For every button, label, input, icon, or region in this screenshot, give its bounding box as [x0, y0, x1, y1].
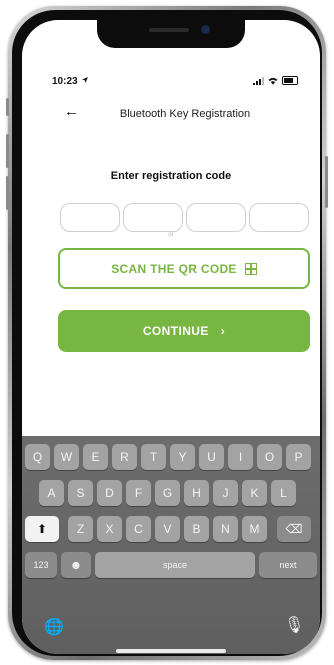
- location-arrow-icon: [82, 77, 89, 83]
- key-q[interactable]: Q: [25, 444, 50, 470]
- volume-up-button: [6, 134, 9, 168]
- continue-label: CONTINUE: [142, 324, 209, 338]
- phone-bezel: 10:23 ← Bluetooth Key Registration Enter…: [12, 10, 322, 656]
- home-indicator: [116, 649, 226, 653]
- numbers-key[interactable]: 123: [25, 552, 57, 578]
- or-divider-label: or: [168, 232, 174, 238]
- key-n[interactable]: N: [213, 516, 238, 542]
- key-g[interactable]: G: [155, 480, 180, 506]
- shift-key[interactable]: ⬆: [25, 516, 59, 542]
- code-input-1[interactable]: [60, 203, 120, 232]
- status-icons: [253, 76, 298, 85]
- microphone-icon[interactable]: 🎙: [284, 618, 304, 634]
- registration-heading: Enter registration code: [110, 170, 232, 182]
- volume-down-button: [6, 176, 9, 210]
- key-h[interactable]: H: [184, 480, 209, 506]
- chevron-right-icon: ›: [220, 324, 226, 338]
- next-key[interactable]: next: [259, 552, 317, 578]
- key-b[interactable]: B: [184, 516, 209, 542]
- continue-button[interactable]: CONTINUE ›: [58, 310, 310, 352]
- key-o[interactable]: O: [257, 444, 282, 470]
- key-t[interactable]: T: [141, 444, 166, 470]
- key-p[interactable]: P: [286, 444, 311, 470]
- key-e[interactable]: E: [83, 444, 108, 470]
- key-k[interactable]: K: [242, 480, 267, 506]
- speaker: [149, 28, 189, 32]
- cellular-signal-icon: [253, 76, 264, 85]
- key-a[interactable]: A: [39, 480, 64, 506]
- scan-qr-label: SCAN THE QR CODE: [111, 261, 237, 276]
- phone-frame: 10:23 ← Bluetooth Key Registration Enter…: [6, 6, 328, 660]
- key-x[interactable]: X: [97, 516, 122, 542]
- key-f[interactable]: F: [126, 480, 151, 506]
- notch: [97, 20, 245, 48]
- status-time: 10:23: [52, 76, 89, 87]
- emoji-key[interactable]: ☻: [61, 552, 91, 578]
- keyboard: Q W E R T Y U I O P A S D F G H J K L ⬆ …: [22, 436, 320, 654]
- scan-qr-button[interactable]: SCAN THE QR CODE: [58, 248, 310, 289]
- page-title: Bluetooth Key Registration: [119, 108, 251, 120]
- key-d[interactable]: D: [97, 480, 122, 506]
- key-v[interactable]: V: [155, 516, 180, 542]
- space-key[interactable]: space: [95, 552, 255, 578]
- key-s[interactable]: S: [68, 480, 93, 506]
- key-r[interactable]: R: [112, 444, 137, 470]
- backspace-key[interactable]: ⌫: [277, 516, 311, 542]
- screen: 10:23 ← Bluetooth Key Registration Enter…: [22, 20, 320, 654]
- power-button: [325, 156, 328, 208]
- key-c[interactable]: C: [126, 516, 151, 542]
- key-w[interactable]: W: [54, 444, 79, 470]
- key-z[interactable]: Z: [68, 516, 93, 542]
- globe-icon[interactable]: 🌐: [44, 620, 64, 636]
- key-l[interactable]: L: [271, 480, 296, 506]
- key-m[interactable]: M: [242, 516, 267, 542]
- qr-code-icon: [244, 262, 257, 275]
- code-input-4[interactable]: [249, 203, 309, 232]
- battery-icon: [282, 76, 298, 85]
- camera-icon: [201, 25, 210, 34]
- mute-switch: [6, 98, 9, 116]
- code-input-3[interactable]: [186, 203, 246, 232]
- key-u[interactable]: U: [199, 444, 224, 470]
- code-input-2[interactable]: [123, 203, 183, 232]
- wifi-icon: [268, 77, 278, 85]
- key-j[interactable]: J: [213, 480, 238, 506]
- key-i[interactable]: I: [228, 444, 253, 470]
- key-y[interactable]: Y: [170, 444, 195, 470]
